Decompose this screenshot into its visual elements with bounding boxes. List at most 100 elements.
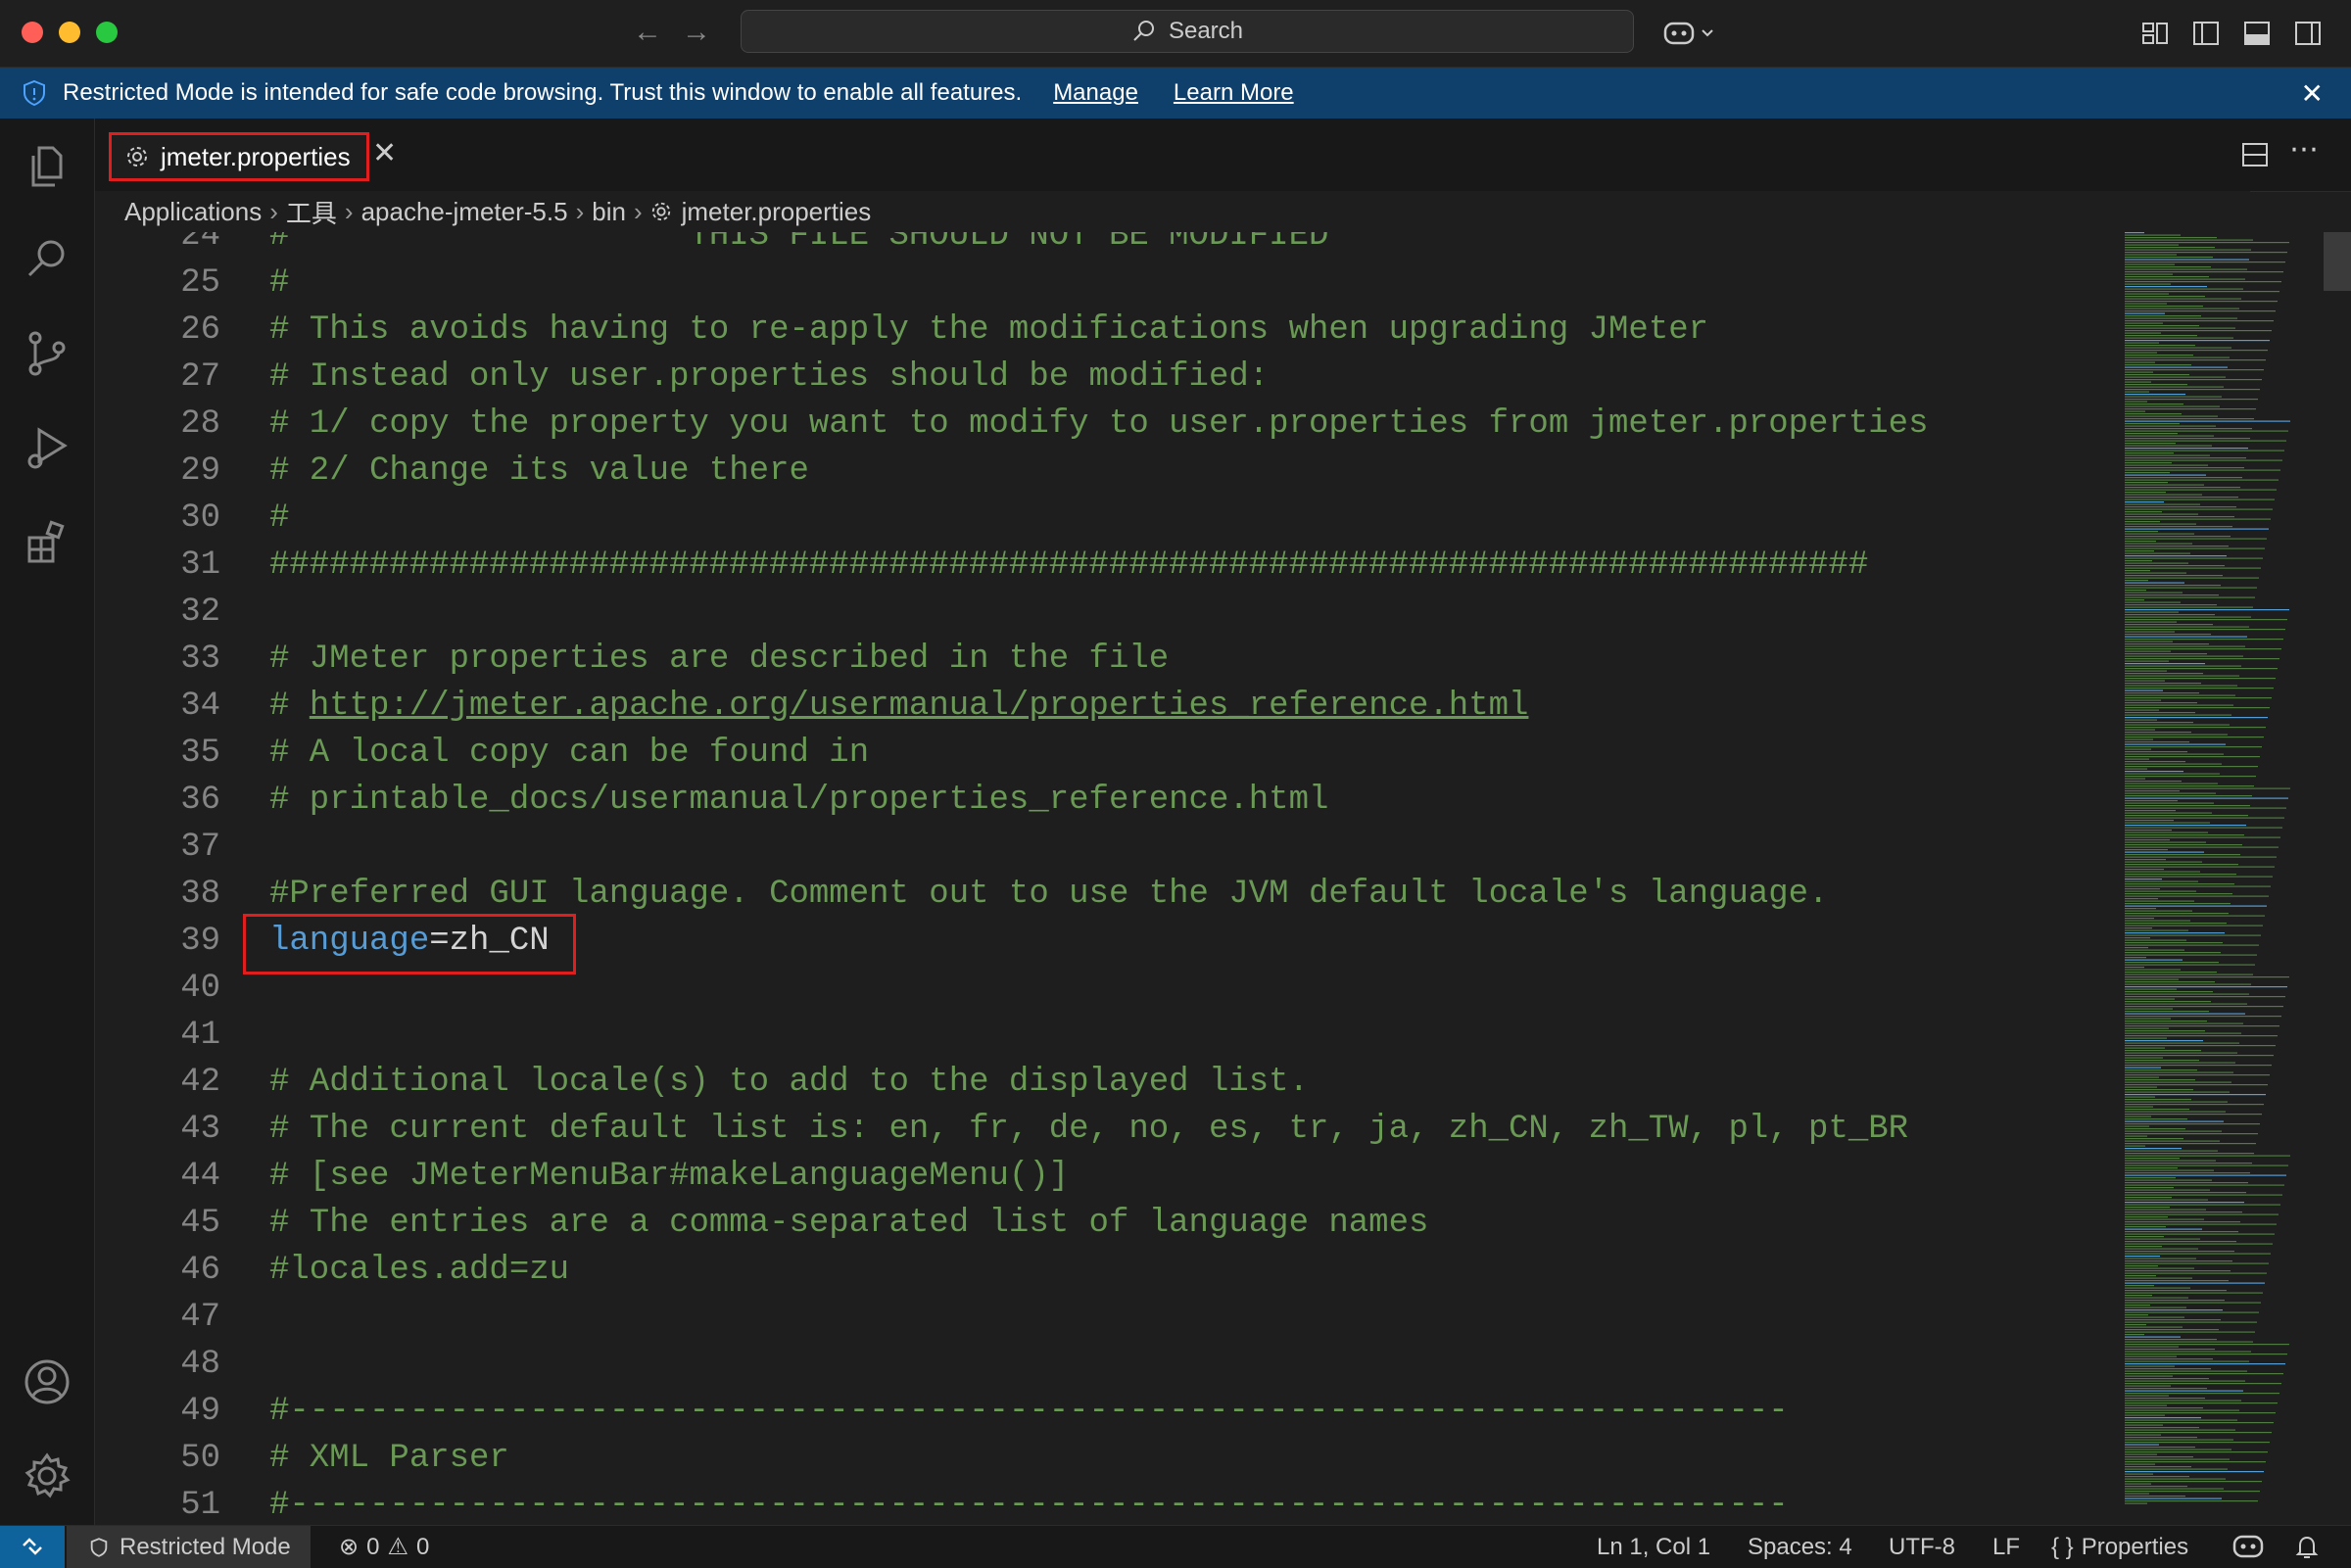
close-window-button[interactable] [22, 22, 43, 43]
code-line[interactable]: 47 [95, 1294, 2123, 1341]
vertical-scrollbar[interactable] [2324, 232, 2351, 1525]
restricted-mode-status[interactable]: Restricted Mode [67, 1526, 311, 1568]
minimap-line [2125, 854, 2240, 856]
code-line[interactable]: 51 #-------------------------------------… [95, 1482, 2123, 1525]
minimap-line [2125, 988, 2177, 990]
close-tab-icon[interactable]: ✕ [372, 136, 397, 170]
copilot-status-icon[interactable] [2231, 1532, 2265, 1561]
code-editor[interactable]: 24 # THIS FILE SHOULD NOT BE MODIFIED 25 #2… [95, 232, 2123, 1525]
minimap-line [2125, 306, 2203, 308]
toggle-panel-icon[interactable] [2241, 18, 2273, 49]
code-line[interactable]: 24 # THIS FILE SHOULD NOT BE MODIFIED [95, 232, 2123, 260]
properties-reference-link[interactable]: http://jmeter.apache.org/usermanual/prop… [310, 688, 1529, 725]
code-line[interactable]: 46 #locales.add=zu [95, 1247, 2123, 1294]
tab-jmeter-properties[interactable]: jmeter.properties [109, 132, 369, 181]
command-center-search[interactable]: Search [741, 10, 1634, 53]
minimap-line [2125, 1297, 2188, 1299]
code-line[interactable]: 26 # This avoids having to re-apply the m… [95, 307, 2123, 354]
customize-layout-icon[interactable] [2139, 18, 2171, 49]
code-line[interactable]: 50 # XML Parser [95, 1435, 2123, 1482]
minimap-line [2125, 1439, 2233, 1441]
problems-status[interactable]: ⊗ 0 ⚠ 0 [339, 1526, 429, 1568]
code-line[interactable]: 29 # 2/ Change its value there [95, 448, 2123, 495]
code-line[interactable]: 35 # A local copy can be found in [95, 730, 2123, 777]
code-line[interactable]: 45 # The entries are a comma-separated li… [95, 1200, 2123, 1247]
manage-gear-icon[interactable] [22, 1450, 72, 1501]
minimap-line [2125, 482, 2168, 484]
minimap-line [2125, 1466, 2191, 1468]
remote-indicator[interactable] [0, 1526, 65, 1568]
minimap-line [2125, 697, 2272, 699]
bell-icon[interactable] [2292, 1532, 2322, 1561]
code-line[interactable]: 28 # 1/ copy the property you want to mod… [95, 401, 2123, 448]
breadcrumb-item[interactable]: jmeter.properties [682, 197, 872, 227]
code-line[interactable]: 31 ######################################… [95, 542, 2123, 589]
breadcrumb-item[interactable]: apache-jmeter-5.5 [361, 197, 568, 227]
minimap-line [2125, 1305, 2150, 1307]
eol-label: LF [1992, 1533, 2021, 1560]
forward-arrow-icon[interactable]: → [682, 14, 711, 51]
code-line[interactable]: 42 # Additional locale(s) to add to the d… [95, 1059, 2123, 1106]
extensions-icon[interactable] [22, 516, 72, 567]
minimap-line [2125, 286, 2207, 288]
breadcrumb-item[interactable]: Applications [124, 197, 262, 227]
encoding-status[interactable]: UTF-8 [1889, 1526, 1955, 1568]
run-debug-icon[interactable] [22, 422, 72, 473]
minimap[interactable] [2123, 232, 2324, 1525]
minimap-line [2125, 957, 2146, 959]
tab-label: jmeter.properties [161, 141, 351, 171]
language-mode-status[interactable]: { } Properties [2051, 1526, 2188, 1568]
code-line[interactable]: 33 # JMeter properties are described in t… [95, 636, 2123, 683]
back-arrow-icon[interactable]: ← [633, 14, 662, 51]
code-line[interactable]: 48 [95, 1341, 2123, 1388]
minimap-line [2125, 501, 2164, 503]
code-line[interactable]: 36 # printable_docs/usermanual/properties… [95, 777, 2123, 824]
minimap-line [2125, 714, 2231, 716]
explorer-icon[interactable] [22, 140, 72, 191]
toggle-secondary-sidebar-icon[interactable] [2292, 18, 2324, 49]
more-actions-icon[interactable]: ⋯ [2289, 132, 2319, 166]
comment-text: # 2/ Change its value there [269, 452, 809, 490]
manage-link[interactable]: Manage [1053, 79, 1138, 107]
code-line[interactable]: 27 # Instead only user.properties should … [95, 354, 2123, 401]
remote-icon [23, 1538, 42, 1555]
breadcrumb-item[interactable]: 工具 [286, 194, 337, 230]
account-icon[interactable] [22, 1356, 72, 1407]
cursor-position-status[interactable]: Ln 1, Col 1 [1597, 1526, 1710, 1568]
indentation-status[interactable]: Spaces: 4 [1748, 1526, 1852, 1568]
minimap-line [2125, 1378, 2209, 1380]
learn-more-link[interactable]: Learn More [1174, 79, 1294, 107]
breadcrumb-item[interactable]: bin [592, 197, 626, 227]
minimap-line [2125, 1471, 2264, 1473]
minimap-line [2125, 619, 2287, 621]
code-line[interactable]: 37 [95, 824, 2123, 871]
code-line[interactable]: 30 # [95, 495, 2123, 542]
minimap-line [2125, 629, 2285, 631]
code-line[interactable]: 32 [95, 589, 2123, 636]
minimap-line [2125, 1349, 2215, 1351]
copilot-icon[interactable] [1661, 18, 1720, 49]
scrollbar-thumb[interactable] [2324, 232, 2351, 291]
code-line[interactable]: 49 #-------------------------------------… [95, 1388, 2123, 1435]
toggle-primary-sidebar-icon[interactable] [2190, 18, 2222, 49]
code-line[interactable]: 25 # [95, 260, 2123, 307]
minimap-line [2125, 874, 2236, 876]
code-line[interactable]: 41 [95, 1012, 2123, 1059]
minimap-line [2125, 301, 2278, 303]
minimap-line [2125, 729, 2155, 731]
minimize-window-button[interactable] [59, 22, 80, 43]
minimap-line [2125, 1182, 2248, 1184]
source-control-icon[interactable] [22, 328, 72, 379]
code-line[interactable]: 44 # [see JMeterMenuBar#makeLanguageMenu(… [95, 1153, 2123, 1200]
maximize-window-button[interactable] [96, 22, 118, 43]
close-banner-icon[interactable]: ✕ [2301, 77, 2324, 110]
minimap-line [2125, 1360, 2249, 1362]
code-line[interactable]: 34 # http://jmeter.apache.org/usermanual/… [95, 683, 2123, 730]
comment-text: ########################################… [269, 546, 1869, 584]
code-line[interactable]: 43 # The current default list is: en, fr,… [95, 1106, 2123, 1153]
eol-status[interactable]: LF [1992, 1526, 2020, 1568]
code-line[interactable]: 38 #Preferred GUI language. Comment out t… [95, 871, 2123, 918]
minimap-line [2125, 1300, 2225, 1302]
search-icon[interactable] [22, 234, 72, 285]
split-editor-icon[interactable] [2240, 140, 2270, 169]
